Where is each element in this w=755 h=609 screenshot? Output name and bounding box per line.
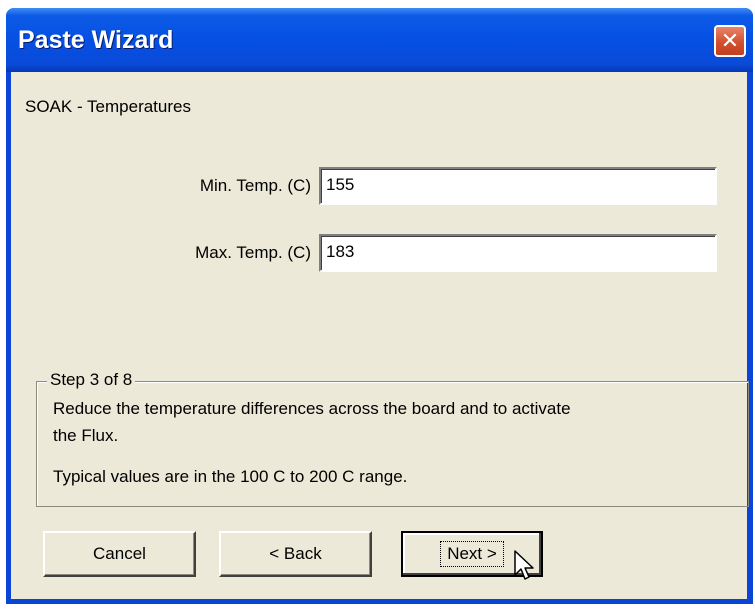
- cancel-button-label: Cancel: [93, 544, 146, 563]
- dialog-body: SOAK - Temperatures Min. Temp. (C) 155 M…: [11, 72, 749, 599]
- step-description-line-1: Reduce the temperature differences acros…: [53, 399, 571, 418]
- back-button[interactable]: < Back: [219, 531, 372, 577]
- step-typical-values: Typical values are in the 100 C to 200 C…: [53, 467, 408, 486]
- close-button[interactable]: ✕: [714, 25, 746, 57]
- cancel-button[interactable]: Cancel: [43, 531, 196, 577]
- step-groupbox: Step 3 of 8 Reduce the temperature diffe…: [36, 370, 749, 507]
- min-temp-input[interactable]: 155: [319, 167, 717, 205]
- step-legend: Step 3 of 8: [47, 370, 136, 390]
- next-button-label: Next >: [440, 541, 504, 567]
- mouse-pointer-icon: [514, 550, 536, 589]
- close-icon: ✕: [720, 28, 740, 54]
- min-temp-label: Min. Temp. (C): [199, 176, 311, 195]
- title-bar[interactable]: Paste Wizard ✕: [6, 8, 753, 72]
- back-button-label: < Back: [269, 544, 322, 563]
- page-heading: SOAK - Temperatures: [25, 97, 191, 116]
- step-description-line-2: the Flux.: [53, 426, 119, 445]
- max-temp-input[interactable]: 183: [319, 234, 717, 272]
- window-title: Paste Wizard: [18, 26, 174, 54]
- max-temp-label: Max. Temp. (C): [195, 243, 311, 262]
- paste-wizard-window: Paste Wizard ✕ SOAK - Temperatures Min. …: [6, 8, 753, 604]
